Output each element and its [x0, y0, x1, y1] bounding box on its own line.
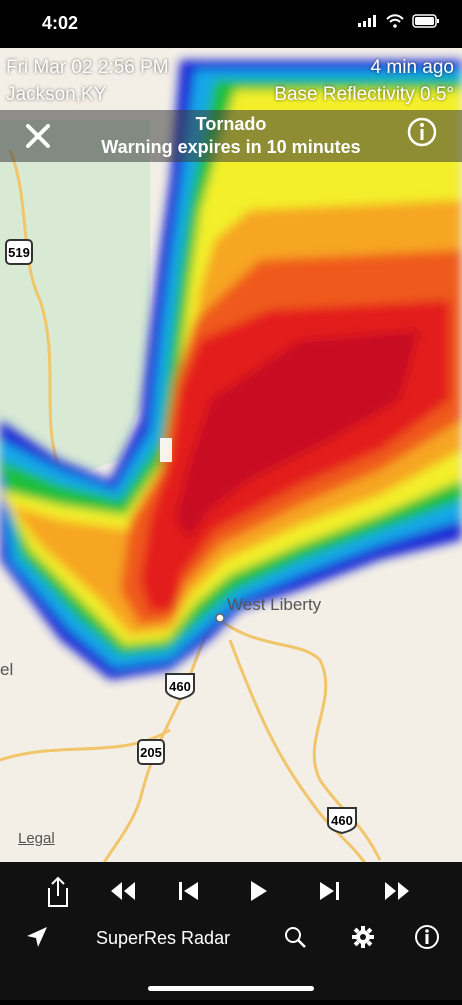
gear-icon — [352, 926, 374, 948]
play-button[interactable] — [244, 876, 274, 906]
tornado-warning-banner[interactable]: Tornado Warning expires in 10 minutes — [0, 110, 462, 162]
route-shield-460: 460 — [164, 672, 196, 701]
warning-expiry: Warning expires in 10 minutes — [101, 137, 361, 157]
search-icon — [285, 927, 306, 948]
bottom-toolbar — [0, 862, 462, 1000]
battery-icon — [412, 14, 439, 28]
settings-button[interactable] — [348, 922, 378, 952]
skip-forward-icon — [320, 882, 339, 900]
place-label-partial: el — [0, 660, 14, 679]
warning-title: Tornado — [195, 114, 267, 134]
route-519-text: 519 — [8, 245, 30, 260]
info-icon — [415, 925, 439, 949]
app-info-button[interactable] — [412, 922, 442, 952]
route-shield-460b: 460 — [326, 806, 358, 835]
radar-age: 4 min ago — [370, 57, 454, 78]
route-shield-519: 519 — [4, 238, 36, 266]
step-forward-button[interactable] — [314, 876, 344, 906]
radar-age-product: 4 min ago Base Reflectivity 0.5° — [274, 54, 454, 108]
skip-back-icon — [179, 882, 198, 900]
route-205-text: 205 — [140, 745, 162, 760]
radar-date: Fri Mar 02 2:56 PM — [6, 57, 169, 78]
share-icon — [48, 876, 68, 907]
wifi-icon — [386, 14, 404, 28]
locate-button[interactable] — [22, 922, 52, 952]
status-icons — [358, 14, 440, 28]
fast-forward-button[interactable] — [382, 876, 412, 906]
status-bar: 4:02 — [0, 0, 462, 48]
rewind-icon — [111, 882, 135, 900]
radar-location: Jackson,KY — [6, 84, 107, 105]
fast-forward-icon — [385, 882, 409, 900]
place-label-west-liberty: West Liberty — [227, 595, 322, 614]
route-460b-text: 460 — [331, 813, 353, 828]
rewind-button[interactable] — [108, 876, 138, 906]
radar-product[interactable]: Base Reflectivity 0.5° — [274, 81, 454, 108]
status-time: 4:02 — [42, 13, 79, 33]
route-shield-205: 205 — [136, 738, 168, 766]
home-indicator[interactable] — [148, 986, 314, 991]
route-460-text: 460 — [169, 679, 191, 694]
signal-icon — [358, 15, 376, 27]
info-icon — [407, 117, 437, 147]
location-arrow-icon — [27, 927, 47, 947]
step-back-button[interactable] — [174, 876, 204, 906]
app-title: SuperRes Radar — [96, 928, 231, 948]
radar-time-location: Fri Mar 02 2:56 PM Jackson,KY — [6, 54, 169, 108]
play-icon — [251, 881, 267, 901]
search-button[interactable] — [280, 922, 310, 952]
legal-link[interactable]: Legal — [18, 830, 55, 847]
warning-info-button[interactable] — [406, 116, 438, 148]
share-button[interactable] — [42, 874, 74, 910]
